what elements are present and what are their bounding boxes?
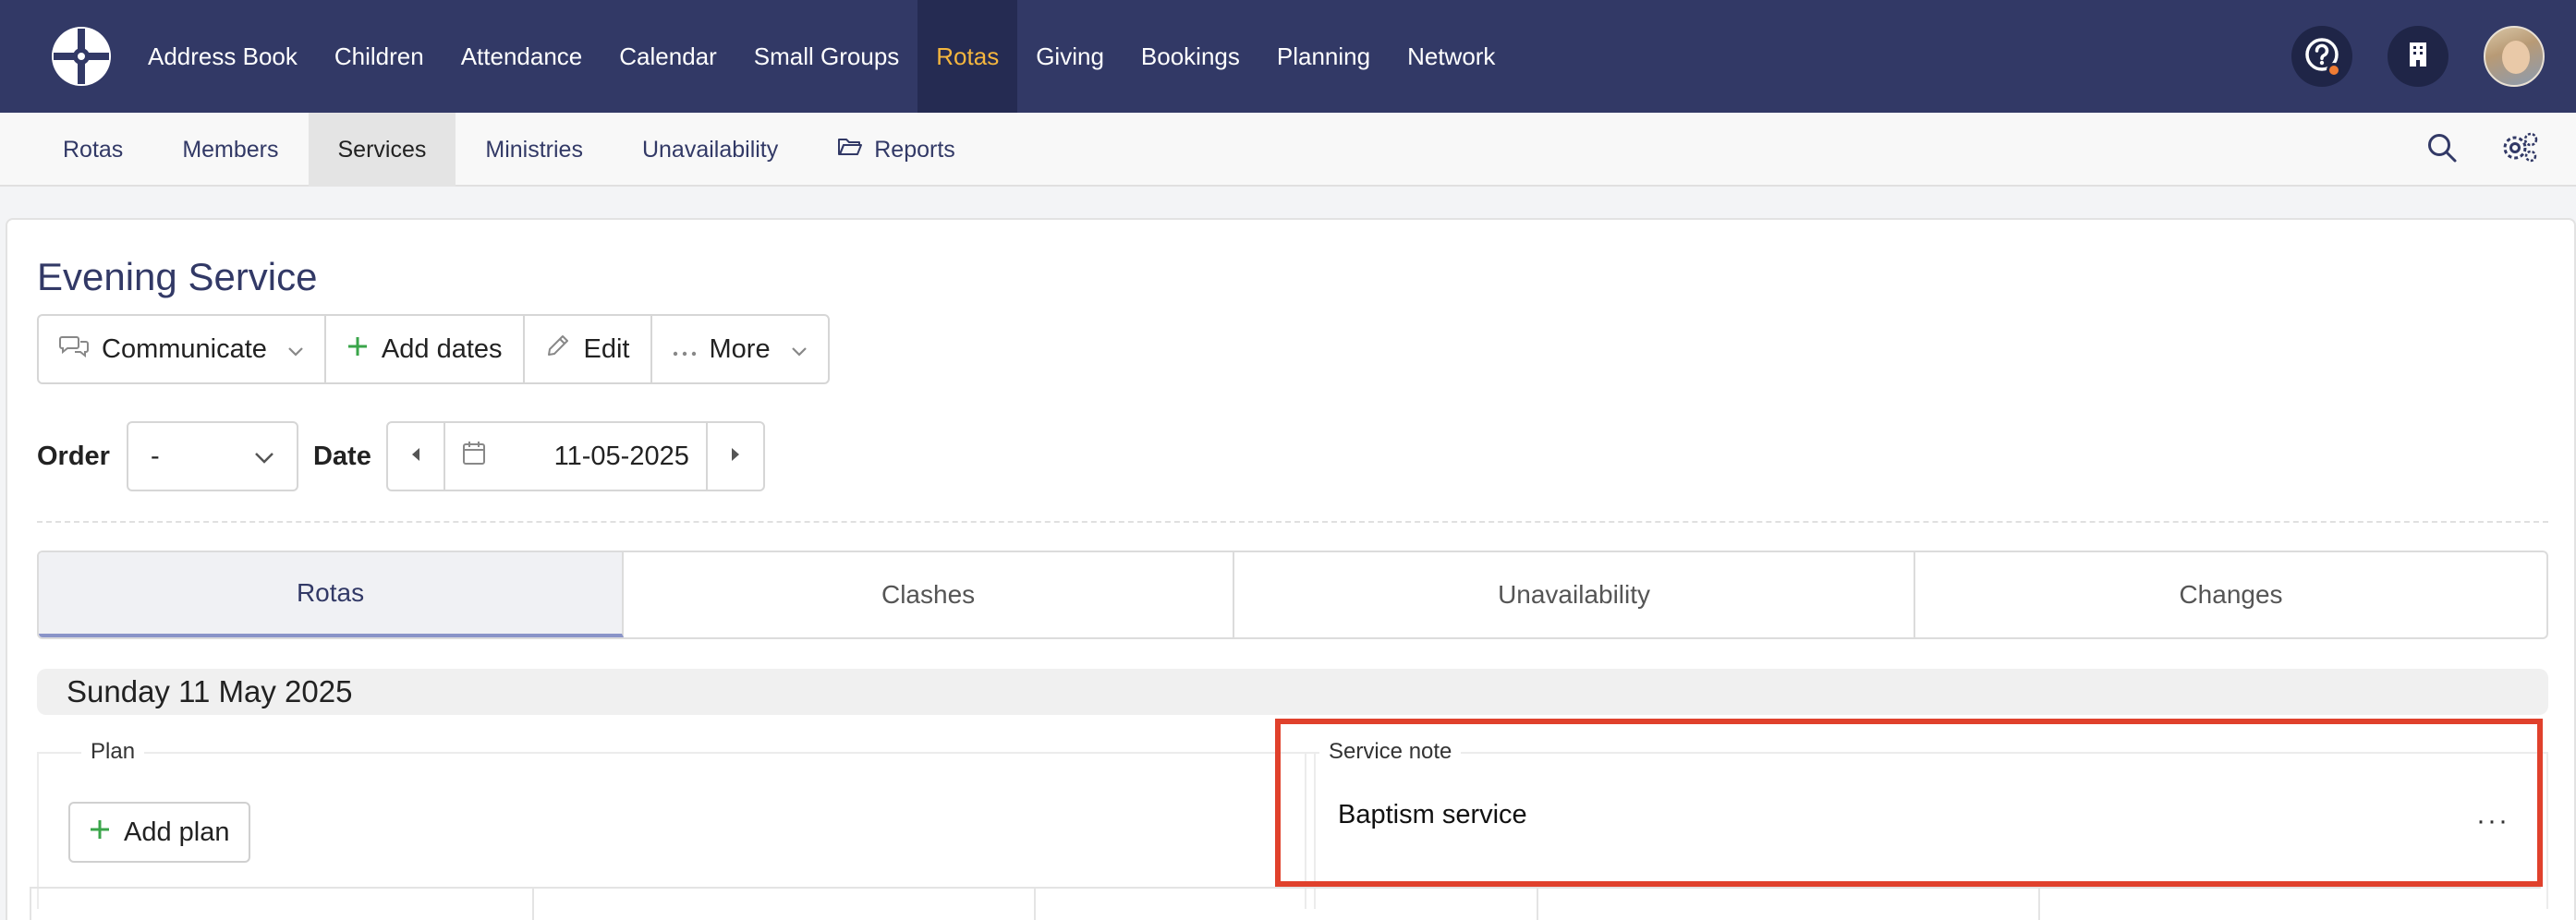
order-select[interactable]: - [126,421,298,491]
grid-cell [531,889,1035,920]
user-avatar[interactable] [2484,26,2545,87]
main-menu: Address Book Children Attendance Calenda… [129,0,1513,113]
rota-grid-row [30,887,2541,920]
caret-left-icon [410,447,421,466]
previous-date-button[interactable] [388,423,445,490]
logo-icon[interactable] [48,23,115,90]
nav-item-address-book[interactable]: Address Book [129,0,316,113]
help-button[interactable] [2291,26,2352,87]
communicate-button[interactable]: Communicate [39,316,326,382]
nav-item-network[interactable]: Network [1389,0,1513,113]
top-navigation: Address Book Children Attendance Calenda… [0,0,2576,113]
tab-unavailability[interactable]: Unavailability [1234,552,1916,637]
edit-button[interactable]: Edit [525,316,652,382]
subnav-item-ministries[interactable]: Ministries [456,113,613,187]
next-date-button[interactable] [705,423,763,490]
nav-item-rotas[interactable]: Rotas [917,0,1018,113]
pencil-icon [545,333,571,366]
date-picker: 11-05-2025 [385,421,765,491]
date-field[interactable]: 11-05-2025 [445,423,706,490]
grid-cell [1034,889,1537,920]
plus-icon [89,817,111,848]
caret-right-icon [730,447,741,466]
subnav-item-unavailability[interactable]: Unavailability [613,113,808,187]
nav-item-attendance[interactable]: Attendance [443,0,601,113]
nav-item-calendar[interactable]: Calendar [601,0,735,113]
order-value: - [150,441,160,471]
add-dates-button[interactable]: Add dates [326,316,525,382]
ellipsis-icon [673,334,697,365]
subnav-item-rotas[interactable]: Rotas [33,113,152,187]
add-plan-button[interactable]: Add plan [68,802,250,863]
divider [37,521,2548,523]
more-button[interactable]: More [652,316,828,382]
more-label: More [709,333,771,364]
page-title: Evening Service [37,255,318,298]
highlight-box [1275,719,2543,887]
plus-icon [346,334,369,365]
nav-item-children[interactable]: Children [316,0,443,113]
topnav-actions [2291,0,2545,113]
subnav-item-members[interactable]: Members [152,113,308,187]
sub-navigation: Rotas Members Services Ministries Unavai… [0,113,2576,187]
nav-item-small-groups[interactable]: Small Groups [735,0,918,113]
service-filters: Order - Date 11-05-2025 [37,421,765,491]
search-icon[interactable] [2426,132,2458,168]
action-button-group: Communicate Add dates Edit More [37,314,830,384]
organisation-button[interactable] [2388,26,2448,87]
subnav-item-reports-label: Reports [874,136,955,163]
chevron-down-icon [791,334,808,365]
tab-clashes[interactable]: Clashes [624,552,1235,637]
add-plan-label: Add plan [124,817,230,847]
calendar-icon [462,440,486,473]
notification-dot [2327,63,2341,78]
add-dates-label: Add dates [381,333,503,364]
grid-cell [30,889,532,920]
service-tabs: Rotas Clashes Unavailability Changes [37,551,2548,639]
folder-open-icon [837,137,863,163]
tab-changes[interactable]: Changes [1915,552,2546,637]
grid-cell [1536,889,2039,920]
tab-rotas[interactable]: Rotas [39,552,625,637]
order-label: Order [37,441,110,471]
nav-item-giving[interactable]: Giving [1017,0,1123,113]
chat-icon [59,333,89,365]
chevron-down-icon [287,334,304,365]
subnav-item-reports[interactable]: Reports [808,113,985,187]
chevron-down-icon [254,442,274,472]
date-label: Date [312,441,371,471]
nav-item-bookings[interactable]: Bookings [1123,0,1258,113]
date-value: 11-05-2025 [553,441,689,471]
subnav-item-services[interactable]: Services [308,113,456,187]
plan-section: Plan Add plan [37,739,1316,909]
nav-item-planning[interactable]: Planning [1258,0,1389,113]
grid-cell [2038,889,2541,920]
edit-label: Edit [583,333,630,364]
plan-legend: Plan [81,739,145,765]
service-date-header: Sunday 11 May 2025 [37,669,2548,715]
building-icon [2406,41,2430,73]
settings-icon[interactable] [2500,130,2539,170]
communicate-label: Communicate [102,333,267,364]
